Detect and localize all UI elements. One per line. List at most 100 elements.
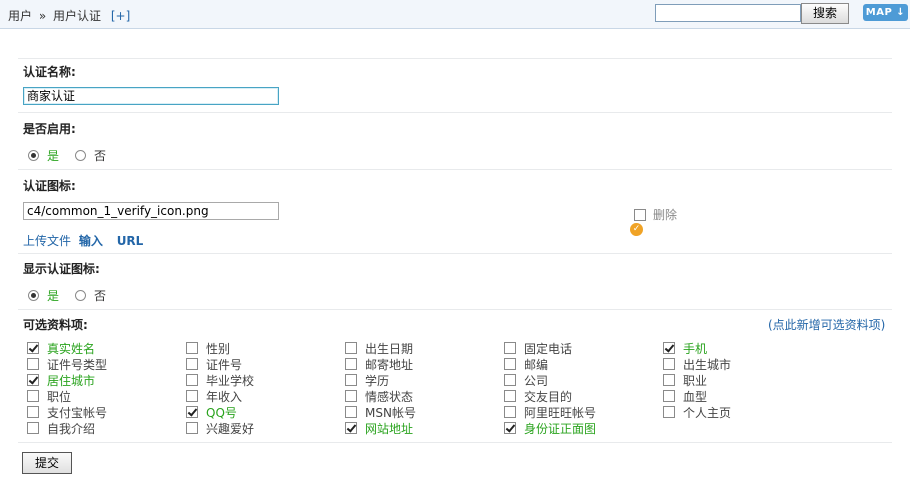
field-option[interactable]: 性别 [186, 340, 230, 357]
field-option[interactable]: 阿里旺旺帐号 [504, 405, 596, 420]
field-option[interactable]: 职位 [27, 388, 71, 405]
field-option[interactable]: 居住城市 [27, 373, 95, 388]
enabled-yes-radio[interactable] [28, 149, 39, 161]
field-label[interactable]: 职位 [47, 388, 71, 405]
field-checkbox[interactable] [186, 406, 198, 418]
field-label[interactable]: 固定电话 [524, 340, 572, 357]
upload-file-link[interactable]: 上传文件 [23, 234, 71, 248]
field-label[interactable]: 兴趣爱好 [206, 420, 254, 437]
field-checkbox[interactable] [663, 358, 675, 370]
field-option[interactable]: 身份证正面图 [504, 420, 596, 437]
field-label[interactable]: 情感状态 [365, 388, 413, 405]
field-label[interactable]: 身份证正面图 [524, 420, 596, 437]
field-label[interactable]: 性别 [206, 340, 230, 357]
field-option[interactable]: 交友目的 [504, 389, 572, 404]
enabled-no-label[interactable]: 否 [94, 147, 106, 164]
submit-button[interactable]: 提交 [22, 452, 72, 474]
field-option[interactable]: QQ号 [186, 404, 237, 421]
field-label[interactable]: 职业 [683, 372, 707, 389]
map-button[interactable]: MAP ↓ [863, 4, 908, 21]
field-option[interactable]: 手机 [663, 340, 707, 357]
field-label[interactable]: 邮寄地址 [365, 356, 413, 373]
field-checkbox[interactable] [186, 422, 198, 434]
field-label[interactable]: 支付宝帐号 [47, 404, 107, 421]
field-label[interactable]: 公司 [524, 372, 548, 389]
field-checkbox[interactable] [504, 422, 516, 434]
field-label[interactable]: 出生日期 [365, 340, 413, 357]
field-option[interactable]: 情感状态 [345, 388, 413, 405]
field-checkbox[interactable] [27, 390, 39, 402]
show-icon-yes-radio[interactable] [28, 289, 39, 301]
field-option[interactable]: 出生日期 [345, 340, 413, 357]
field-label[interactable]: MSN帐号 [365, 404, 416, 421]
field-option[interactable]: 年收入 [186, 388, 242, 405]
field-option[interactable]: 真实姓名 [27, 340, 95, 357]
field-label[interactable]: 证件号类型 [47, 356, 107, 373]
field-option[interactable]: 学历 [345, 372, 389, 389]
field-checkbox[interactable] [504, 374, 516, 386]
field-option[interactable]: MSN帐号 [345, 404, 416, 421]
field-checkbox[interactable] [27, 422, 39, 434]
field-option[interactable]: 兴趣爱好 [186, 420, 254, 437]
field-checkbox[interactable] [504, 358, 516, 370]
url-link[interactable]: URL [117, 234, 144, 248]
field-checkbox[interactable] [186, 342, 198, 354]
field-checkbox[interactable] [27, 406, 39, 418]
field-checkbox[interactable] [345, 342, 357, 354]
field-label[interactable]: QQ号 [206, 404, 237, 421]
field-checkbox[interactable] [27, 374, 39, 386]
field-checkbox[interactable] [504, 342, 516, 354]
field-checkbox[interactable] [663, 390, 675, 402]
search-input[interactable] [655, 4, 801, 22]
input-link[interactable]: 输入 [79, 234, 103, 248]
field-option[interactable]: 血型 [663, 388, 707, 405]
field-option[interactable]: 毕业学校 [186, 372, 254, 389]
icon-path-input[interactable]: c4/common_1_verify_icon.png [23, 202, 279, 220]
add-shortcut-link[interactable]: [+] [111, 9, 130, 23]
field-checkbox[interactable] [663, 374, 675, 386]
field-label[interactable]: 血型 [683, 388, 707, 405]
field-checkbox[interactable] [663, 406, 675, 418]
add-field-link[interactable]: (点此新增可选资料项) [768, 316, 885, 333]
name-input[interactable]: 商家认证 [23, 87, 279, 105]
field-option[interactable]: 公司 [504, 372, 548, 389]
field-option[interactable]: 网站地址 [345, 420, 413, 437]
field-option[interactable]: 职业 [663, 372, 707, 389]
field-label[interactable]: 真实姓名 [47, 340, 95, 357]
field-label[interactable]: 出生城市 [683, 356, 731, 373]
field-label[interactable]: 网站地址 [365, 420, 413, 437]
field-checkbox[interactable] [27, 358, 39, 370]
field-label[interactable]: 手机 [683, 340, 707, 357]
field-option[interactable]: 证件号类型 [27, 356, 107, 373]
search-button[interactable]: 搜索 [801, 3, 849, 24]
breadcrumb-home[interactable]: 用户 [8, 9, 32, 23]
field-option[interactable]: 邮编 [504, 356, 548, 373]
field-checkbox[interactable] [345, 374, 357, 386]
field-checkbox[interactable] [186, 358, 198, 370]
field-label[interactable]: 年收入 [206, 388, 242, 405]
field-option[interactable]: 证件号 [186, 356, 242, 373]
show-icon-no-radio[interactable] [75, 289, 87, 301]
show-icon-yes-label[interactable]: 是 [47, 287, 59, 304]
field-checkbox[interactable] [504, 406, 516, 418]
field-option[interactable]: 自我介绍 [27, 420, 95, 437]
field-checkbox[interactable] [27, 342, 39, 354]
field-option[interactable]: 支付宝帐号 [27, 404, 107, 421]
field-label[interactable]: 自我介绍 [47, 420, 95, 437]
enabled-no-radio[interactable] [75, 149, 87, 161]
field-label[interactable]: 个人主页 [683, 404, 731, 421]
field-checkbox[interactable] [186, 374, 198, 386]
field-label[interactable]: 学历 [365, 372, 389, 389]
field-checkbox[interactable] [663, 342, 675, 354]
field-label[interactable]: 证件号 [206, 356, 242, 373]
field-checkbox[interactable] [345, 406, 357, 418]
show-icon-no-label[interactable]: 否 [94, 287, 106, 304]
field-label[interactable]: 毕业学校 [206, 372, 254, 389]
field-label[interactable]: 邮编 [524, 356, 548, 373]
field-checkbox[interactable] [504, 390, 516, 402]
delete-label[interactable]: 删除 [653, 206, 677, 223]
field-checkbox[interactable] [345, 358, 357, 370]
field-option[interactable]: 出生城市 [663, 356, 731, 373]
field-checkbox[interactable] [345, 390, 357, 402]
delete-checkbox[interactable] [634, 208, 646, 221]
